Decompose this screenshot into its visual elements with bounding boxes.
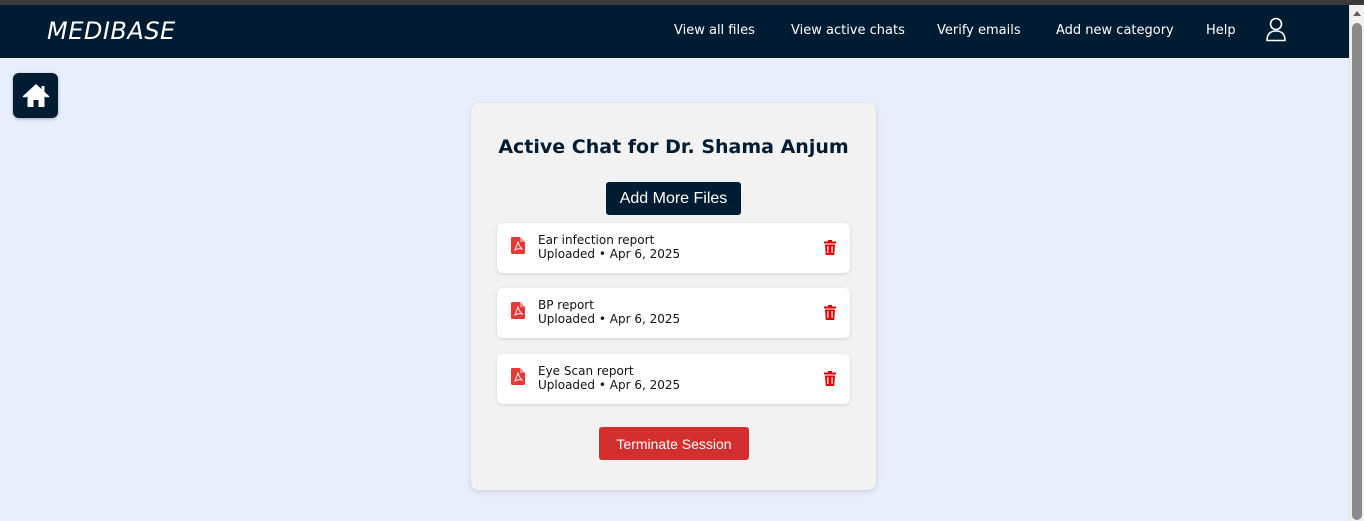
nav-add-new-category[interactable]: Add new category — [1056, 23, 1174, 38]
user-icon[interactable] — [1265, 16, 1287, 42]
trash-icon[interactable] — [824, 240, 836, 255]
nav-view-all-files[interactable]: View all files — [674, 23, 755, 38]
card-title: Active Chat for Dr. Shama Anjum — [498, 136, 849, 158]
navbar: MEDIBASE View all files View active chat… — [0, 5, 1349, 58]
pdf-icon — [511, 237, 525, 254]
add-more-files-button[interactable]: Add More Files — [606, 182, 741, 215]
home-icon — [22, 83, 49, 107]
scroll-thumb[interactable] — [1352, 23, 1362, 520]
pdf-icon — [511, 302, 525, 319]
pdf-icon — [511, 368, 525, 385]
file-meta: Uploaded • Apr 6, 2025 — [538, 247, 681, 261]
file-item[interactable]: BP report Uploaded • Apr 6, 2025 — [497, 288, 850, 338]
active-chat-card: Active Chat for Dr. Shama Anjum Add More… — [471, 103, 876, 490]
file-name: BP report — [538, 298, 594, 312]
nav-view-active-chats[interactable]: View active chats — [791, 23, 905, 38]
scroll-up-arrow-icon[interactable] — [1353, 11, 1361, 16]
file-item[interactable]: Eye Scan report Uploaded • Apr 6, 2025 — [497, 354, 850, 404]
file-meta: Uploaded • Apr 6, 2025 — [538, 378, 681, 392]
file-meta: Uploaded • Apr 6, 2025 — [538, 312, 681, 326]
file-item[interactable]: Ear infection report Uploaded • Apr 6, 2… — [497, 223, 850, 273]
nav-verify-emails[interactable]: Verify emails — [937, 23, 1021, 38]
trash-icon[interactable] — [824, 371, 836, 386]
home-button[interactable] — [13, 73, 58, 118]
file-name: Ear infection report — [538, 233, 655, 247]
terminate-session-button[interactable]: Terminate Session — [599, 427, 749, 460]
nav-links: View all files View active chats Verify … — [0, 5, 1349, 58]
nav-help[interactable]: Help — [1206, 23, 1236, 38]
page-scrollbar[interactable] — [1349, 5, 1364, 521]
trash-icon[interactable] — [824, 305, 836, 320]
file-name: Eye Scan report — [538, 364, 634, 378]
